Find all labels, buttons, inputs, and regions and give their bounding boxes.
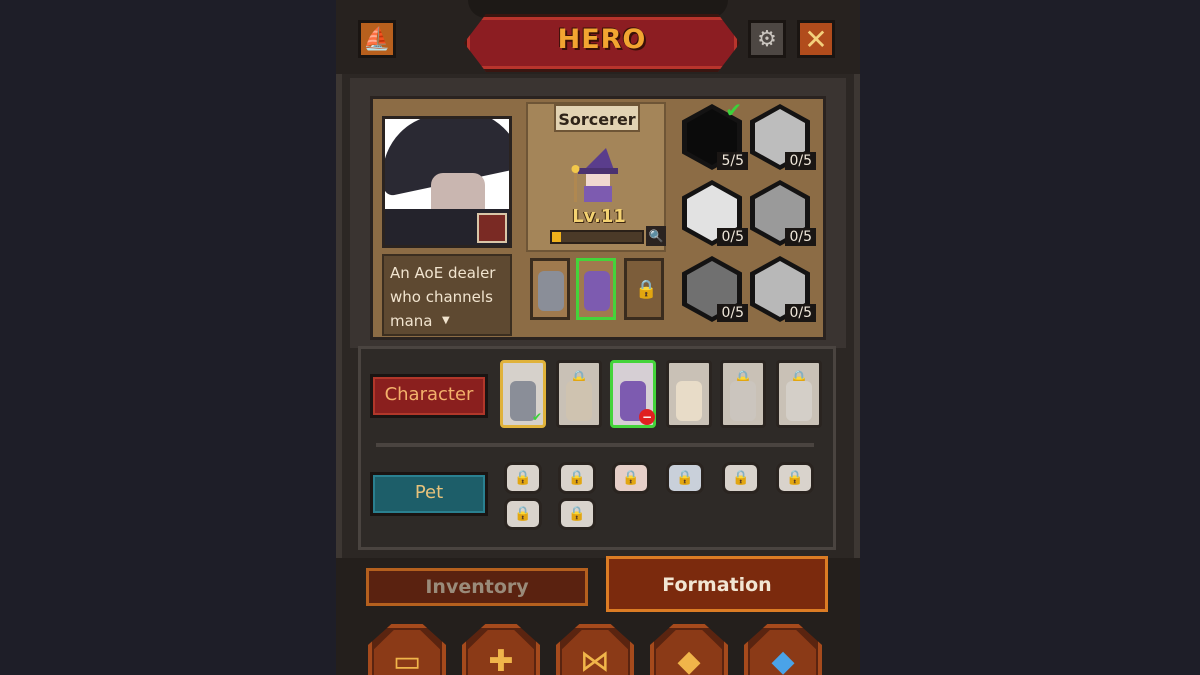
skill-count: 0/5 — [785, 304, 816, 322]
character-silhouette — [730, 381, 756, 421]
character-card-sorcerer[interactable]: − — [610, 360, 656, 428]
lock-icon: 🔒 — [676, 470, 694, 486]
skill-slot-3[interactable]: 0/5 — [682, 180, 748, 246]
character-card-knight[interactable]: ✔ — [500, 360, 546, 428]
close-button[interactable]: ✕ — [797, 20, 835, 58]
pet-slot-locked[interactable]: 🔒 — [504, 462, 542, 494]
lock-icon: 🔒 — [635, 279, 658, 300]
hero-portrait — [382, 116, 512, 248]
skill-slot-1[interactable]: ✔ 5/5 — [682, 98, 748, 170]
skill-count: 0/5 — [717, 304, 748, 322]
xp-bar — [550, 230, 644, 244]
sorcerer-sprite — [571, 148, 618, 202]
skill-slot-6[interactable]: 0/5 — [750, 256, 816, 322]
gem-icon: ◆ — [750, 630, 816, 675]
scroll-down-icon: ▼ — [442, 315, 450, 326]
gear-icon: ⚙ — [757, 26, 777, 52]
roster-divider — [376, 443, 814, 447]
skill-count: 0/5 — [785, 152, 816, 170]
pet-tab[interactable]: Pet — [370, 472, 488, 516]
remove-icon: − — [639, 409, 655, 425]
skill-slot-4[interactable]: 0/5 — [750, 180, 816, 246]
hero-level: Lv.11 — [572, 206, 626, 227]
skill-count: 0/5 — [717, 228, 748, 246]
character-card-locked[interactable]: 🔒 — [556, 360, 602, 428]
pet-slot-locked[interactable]: 🔒 — [612, 462, 650, 494]
close-icon: ✕ — [804, 22, 828, 56]
character-card-locked[interactable]: 🔒 — [776, 360, 822, 428]
pet-slot-locked[interactable]: 🔒 — [666, 462, 704, 494]
xp-bar-fill — [552, 232, 561, 242]
lock-icon: 🔒 — [732, 470, 750, 486]
pet-slot-locked[interactable]: 🔒 — [722, 462, 760, 494]
hero-panel: ⛵ HERO ⚙ ✕ An AoE dealer who channels ma… — [336, 0, 860, 675]
inventory-tab[interactable]: Inventory — [366, 568, 588, 606]
character-card-priest[interactable] — [666, 360, 712, 428]
party-slot-sorcerer[interactable] — [576, 258, 616, 320]
lock-icon: 🔒 — [568, 506, 586, 522]
ship-button[interactable]: ⛵ — [358, 20, 396, 58]
character-silhouette — [566, 381, 592, 421]
page-title: HERO — [557, 24, 647, 55]
priest-sprite — [676, 381, 702, 421]
lock-icon: 🔒 — [786, 470, 804, 486]
class-emblem-icon — [477, 213, 507, 243]
pet-slot-locked[interactable]: 🔒 — [504, 498, 542, 530]
cross-icon: ✚ — [468, 630, 534, 675]
lock-icon: 🔒 — [514, 506, 532, 522]
skill-slot-5[interactable]: 0/5 — [682, 256, 748, 322]
lock-icon: 🔒 — [514, 470, 532, 486]
sorcerer-mini-sprite — [584, 271, 610, 311]
skill-slot-2[interactable]: 0/5 — [750, 104, 816, 170]
inspect-button[interactable]: 🔍 — [646, 226, 666, 246]
character-tab[interactable]: Character — [370, 374, 488, 418]
skill-count: 0/5 — [785, 228, 816, 246]
class-name: Sorcerer — [554, 104, 640, 132]
skill-count: 5/5 — [717, 152, 748, 170]
pet-slot-locked[interactable]: 🔒 — [776, 462, 814, 494]
rune-icon: ⋈ — [562, 630, 628, 675]
pet-slot-locked[interactable]: 🔒 — [558, 498, 596, 530]
character-card-locked[interactable]: 🔒 — [720, 360, 766, 428]
check-icon: ✔ — [531, 410, 543, 424]
check-icon: ✔ — [725, 98, 742, 122]
party-slot-knight[interactable] — [530, 258, 570, 320]
knight-sprite — [538, 271, 564, 311]
hero-description[interactable]: An AoE dealer who channels mana ▼ — [382, 254, 512, 336]
box-icon: ◆ — [656, 630, 722, 675]
character-silhouette — [786, 381, 812, 421]
settings-button[interactable]: ⚙ — [748, 20, 786, 58]
formation-tab[interactable]: Formation — [606, 556, 828, 612]
ship-icon: ⛵ — [363, 26, 391, 52]
party-slot-locked[interactable]: 🔒 — [624, 258, 664, 320]
pet-slot-locked[interactable]: 🔒 — [558, 462, 596, 494]
magnifier-icon: 🔍 — [648, 229, 664, 243]
lock-icon: 🔒 — [568, 470, 586, 486]
chest-icon: ▭ — [374, 630, 440, 675]
lock-icon: 🔒 — [622, 470, 640, 486]
